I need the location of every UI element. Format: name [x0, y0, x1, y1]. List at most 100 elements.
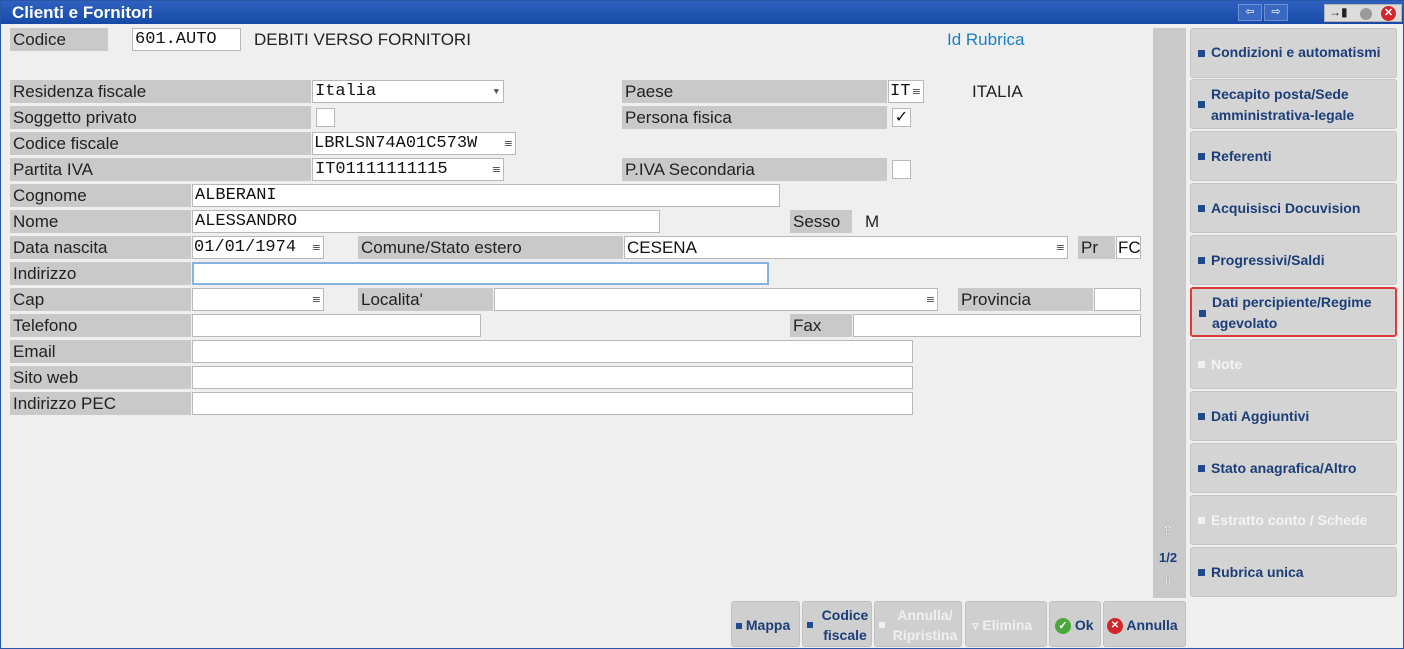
- mappa-button[interactable]: Mappa: [731, 601, 800, 647]
- bullet-icon: [1198, 569, 1205, 576]
- list-icon: ≡: [311, 241, 321, 254]
- bullet-icon: [807, 622, 813, 628]
- sito-web-label: Sito web: [10, 366, 191, 389]
- annulla-ripristina-button[interactable]: Annulla/Ripristina: [874, 601, 962, 647]
- bullet-icon: [1198, 50, 1205, 57]
- bullet-icon: [736, 623, 742, 630]
- email-label: Email: [10, 340, 191, 363]
- comune-value: CESENA: [627, 238, 697, 257]
- estratto-conto-button[interactable]: Estratto conto / Schede: [1190, 495, 1397, 545]
- button-label-line1: Codice: [821, 607, 869, 623]
- list-icon: ≡: [925, 293, 935, 306]
- piva-secondaria-label: P.IVA Secondaria: [622, 158, 887, 181]
- progressivi-saldi-button[interactable]: Progressivi/Saldi: [1190, 235, 1397, 285]
- rubrica-unica-button[interactable]: Rubrica unica: [1190, 547, 1397, 597]
- referenti-button[interactable]: Referenti: [1190, 131, 1397, 181]
- comune-field[interactable]: CESENA ≡: [624, 236, 1068, 259]
- window-controls: →▮ ✕: [1324, 4, 1402, 22]
- button-label: Mappa: [745, 617, 791, 633]
- annulla-button[interactable]: ✕ Annulla: [1103, 601, 1186, 647]
- sito-web-field[interactable]: [192, 366, 913, 389]
- cancel-icon: ✕: [1107, 618, 1123, 635]
- button-label: Ok: [1074, 617, 1094, 633]
- condizioni-automatismi-button[interactable]: Condizioni e automatismi: [1190, 28, 1397, 78]
- codice-field[interactable]: 601.AUTO: [132, 28, 241, 51]
- paese-field[interactable]: IT ≡: [888, 80, 924, 103]
- soggetto-privato-checkbox[interactable]: [316, 108, 335, 127]
- stato-anagrafica-button[interactable]: Stato anagrafica/Altro: [1190, 443, 1397, 493]
- codice-fiscale-label: Codice fiscale: [10, 132, 311, 155]
- elimina-button[interactable]: ▿ Elimina: [965, 601, 1047, 647]
- indirizzo-field[interactable]: [192, 262, 769, 285]
- button-label-line2: Ripristina: [892, 627, 958, 643]
- residenza-label: Residenza fiscale: [10, 80, 311, 103]
- list-icon: ≡: [311, 293, 321, 306]
- paese-code: IT: [890, 82, 911, 101]
- forward-icon[interactable]: ⇨: [1264, 4, 1288, 21]
- button-label: Estratto conto / Schede: [1211, 512, 1368, 528]
- check-icon: ✓: [1055, 618, 1071, 635]
- list-icon: ≡: [1055, 241, 1065, 254]
- partita-iva-label: Partita IVA: [10, 158, 311, 181]
- soggetto-privato-label: Soggetto privato: [10, 106, 311, 129]
- codice-fiscale-field[interactable]: LBRLSN74A01C573W ≡: [312, 132, 516, 155]
- partita-iva-field[interactable]: IT01111111115 ≡: [312, 158, 504, 181]
- bullet-icon: [879, 622, 885, 628]
- data-nascita-field[interactable]: 01/01/1974 ≡: [192, 236, 324, 259]
- page-up-icon[interactable]: ⇧: [1162, 522, 1174, 539]
- residenza-value: Italia: [315, 82, 377, 101]
- bullet-icon: [1198, 413, 1205, 420]
- piva-secondaria-checkbox[interactable]: [892, 160, 911, 179]
- button-label: Stato anagrafica/Altro: [1211, 460, 1357, 476]
- button-label: Progressivi/Saldi: [1211, 252, 1325, 268]
- ok-button[interactable]: ✓ Ok: [1049, 601, 1101, 647]
- recapito-posta-button[interactable]: Recapito posta/Sede amministrativa-legal…: [1190, 79, 1397, 129]
- button-label: Recapito posta/Sede amministrativa-legal…: [1211, 86, 1355, 123]
- fax-field[interactable]: [853, 314, 1141, 337]
- localita-field[interactable]: ≡: [494, 288, 938, 311]
- chevron-down-icon: ▼: [493, 87, 499, 97]
- acquisisci-docuvision-button[interactable]: Acquisisci Docuvision: [1190, 183, 1397, 233]
- page-down-icon[interactable]: ⇩: [1162, 572, 1174, 589]
- dati-percipiente-button[interactable]: Dati percipiente/Regime agevolato: [1190, 287, 1397, 337]
- persona-fisica-checkbox[interactable]: ✓: [892, 108, 911, 127]
- localita-label: Localita': [358, 288, 493, 311]
- data-nascita-label: Data nascita: [10, 236, 191, 259]
- list-icon: ≡: [911, 85, 921, 98]
- list-icon: ≡: [503, 137, 513, 150]
- app-window: Clienti e Fornitori ⇦ ⇨ →▮ ✕ Codice 601.…: [0, 0, 1404, 649]
- cap-field[interactable]: ≡: [192, 288, 324, 311]
- bullet-icon: [1198, 257, 1205, 264]
- pec-field[interactable]: [192, 392, 913, 415]
- cognome-field[interactable]: ALBERANI: [192, 184, 780, 207]
- pr-label: Pr: [1078, 236, 1115, 259]
- button-label: Condizioni e automatismi: [1211, 44, 1381, 60]
- nome-field[interactable]: ALESSANDRO: [192, 210, 660, 233]
- data-nascita-value: 01/01/1974: [194, 238, 297, 257]
- id-rubrica-link[interactable]: Id Rubrica: [947, 28, 1024, 51]
- bullet-icon: [1198, 205, 1205, 212]
- telefono-field[interactable]: [192, 314, 481, 337]
- provincia-label: Provincia: [958, 288, 1093, 311]
- email-field[interactable]: [192, 340, 913, 363]
- button-label: Referenti: [1211, 148, 1272, 164]
- codice-fiscale-value: LBRLSN74A01C573W: [314, 134, 478, 153]
- back-icon[interactable]: ⇦: [1238, 4, 1262, 21]
- button-label: Annulla: [1126, 617, 1178, 633]
- button-label: Dati percipiente/Regime agevolato: [1212, 294, 1372, 331]
- button-label: Elimina: [982, 617, 1033, 633]
- pin-icon[interactable]: →▮: [1329, 5, 1348, 19]
- telefono-label: Telefono: [10, 314, 191, 337]
- button-label: Dati Aggiuntivi: [1211, 408, 1310, 424]
- minimize-icon[interactable]: [1360, 8, 1372, 20]
- codice-description: DEBITI VERSO FORNITORI: [254, 30, 471, 49]
- pr-field[interactable]: FC: [1116, 236, 1141, 259]
- codice-fiscale-button[interactable]: Codice fiscale: [802, 601, 872, 647]
- button-label: Acquisisci Docuvision: [1211, 200, 1361, 216]
- residenza-select[interactable]: Italia ▼: [312, 80, 504, 103]
- note-button[interactable]: Note: [1190, 339, 1397, 389]
- close-icon[interactable]: ✕: [1381, 6, 1396, 21]
- provincia-field[interactable]: [1094, 288, 1141, 311]
- dati-aggiuntivi-button[interactable]: Dati Aggiuntivi: [1190, 391, 1397, 441]
- sesso-value[interactable]: M: [865, 210, 879, 233]
